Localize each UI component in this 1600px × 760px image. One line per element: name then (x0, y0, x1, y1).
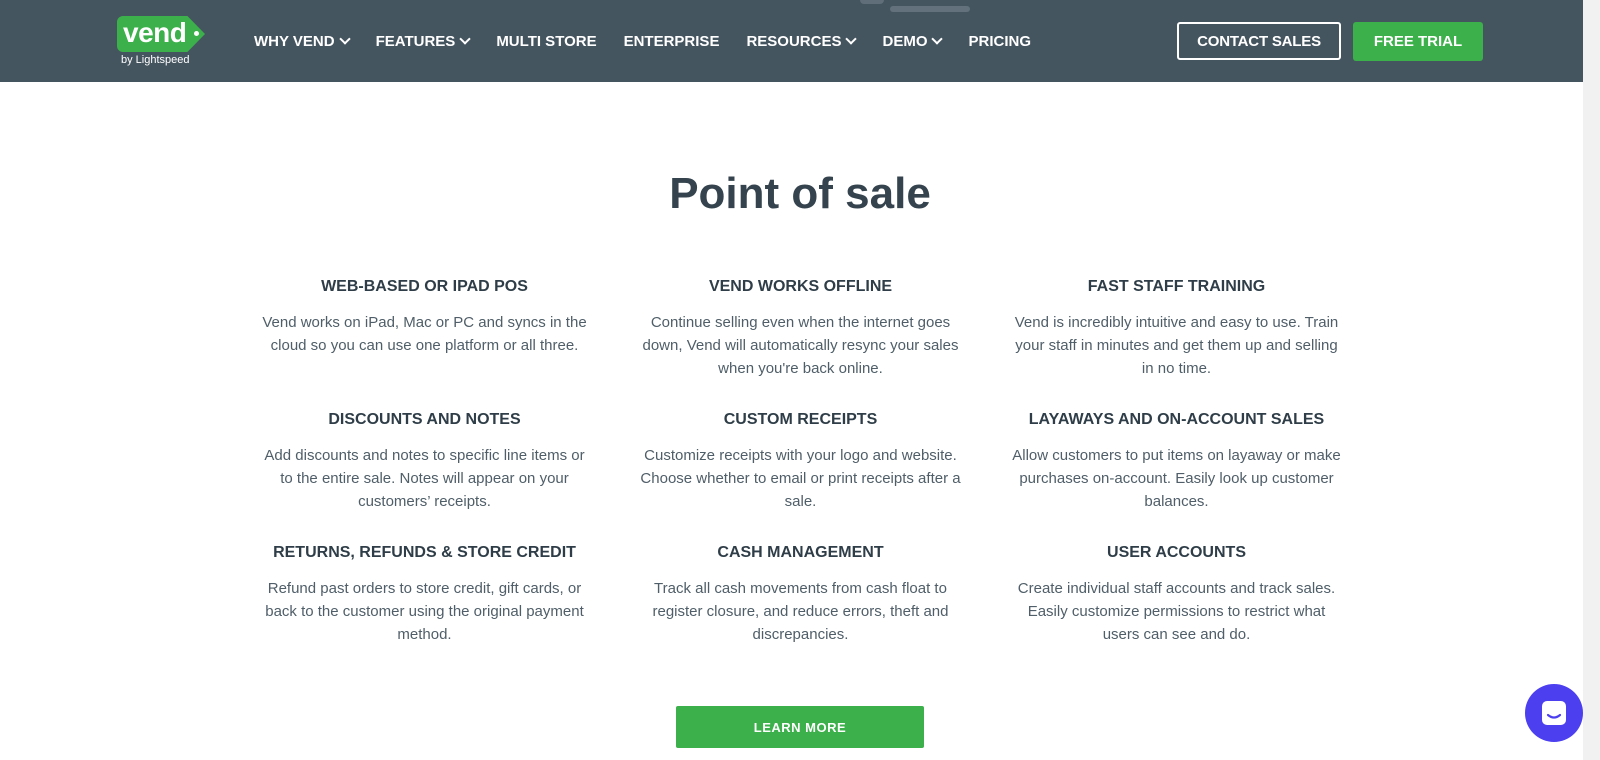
vend-logo[interactable]: vend by Lightspeed (117, 16, 207, 70)
nav-item-label: RESOURCES (746, 32, 842, 50)
feature-title: USER ACCOUNTS (1107, 544, 1246, 561)
feature-description: Vend works on iPad, Mac or PC and syncs … (262, 314, 587, 354)
nav-item-resources[interactable]: RESOURCES (746, 32, 858, 50)
feature-item: CASH MANAGEMENT Track all cash movements… (633, 542, 968, 675)
feature-item: RETURNS, REFUNDS & STORE CREDIT Refund p… (257, 542, 592, 675)
feature-title: LAYAWAYS AND ON-ACCOUNT SALES (1028, 411, 1325, 428)
learn-more-button[interactable]: LEARN MORE (676, 706, 924, 748)
feature-title: RETURNS, REFUNDS & STORE CREDIT (273, 544, 576, 561)
nav-item-why-vend[interactable]: WHY VEND (254, 32, 351, 50)
feature-item: LAYAWAYS AND ON-ACCOUNT SALES Allow cust… (1009, 409, 1344, 542)
page-title: Point of sale (669, 169, 931, 218)
feature-title: VEND WORKS OFFLINE (708, 278, 893, 295)
nav-item-label: MULTI STORE (496, 32, 597, 50)
logo-wordmark: vend (123, 17, 187, 48)
nav-item-demo[interactable]: DEMO (882, 32, 944, 50)
feature-item: USER ACCOUNTS Create individual staff ac… (1009, 542, 1344, 675)
feature-item: CUSTOM RECEIPTS Customize receipts with … (633, 409, 968, 542)
feature-title: DISCOUNTS AND NOTES (328, 411, 521, 428)
page-scrollbar[interactable] (1583, 0, 1600, 760)
free-trial-button[interactable]: FREE TRIAL (1353, 22, 1483, 61)
feature-title: CUSTOM RECEIPTS (723, 411, 878, 428)
feature-item: FAST STAFF TRAINING Vend is incredibly i… (1009, 276, 1344, 409)
feature-item: WEB-BASED OR IPAD POS Vend works on iPad… (257, 276, 592, 409)
feature-description: Customize receipts with your logo and we… (640, 447, 961, 510)
nav-item-label: ENTERPRISE (623, 32, 720, 50)
feature-item: VEND WORKS OFFLINE Continue selling even… (633, 276, 968, 409)
logo-subtitle: by Lightspeed (121, 54, 190, 66)
feature-grid: WEB-BASED OR IPAD POS Vend works on iPad… (257, 276, 1344, 675)
main-nav: WHY VEND FEATURES MULTI STORE ENTERPRISE… (254, 0, 1058, 82)
logo-dot (194, 31, 199, 36)
contact-sales-button[interactable]: CONTACT SALES (1177, 22, 1341, 60)
feature-description: Add discounts and notes to specific line… (264, 447, 585, 510)
nav-item-label: DEMO (882, 32, 928, 50)
feature-title: WEB-BASED OR IPAD POS (321, 278, 528, 295)
nav-item-label: FEATURES (375, 32, 456, 50)
feature-description: Continue selling even when the internet … (642, 314, 959, 377)
feature-title: CASH MANAGEMENT (717, 544, 884, 561)
nav-item-multi-store[interactable]: MULTI STORE (496, 33, 596, 50)
nav-item-features[interactable]: FEATURES (375, 32, 471, 50)
nav-item-enterprise[interactable]: ENTERPRISE (624, 33, 720, 50)
chevron-down-icon (845, 33, 858, 45)
top-navigation-bar: vend by Lightspeed WHY VEND FEATURES MUL… (0, 0, 1600, 82)
feature-description: Create individual staff accounts and tra… (1017, 580, 1336, 643)
feature-item: DISCOUNTS AND NOTES Add discounts and no… (257, 409, 592, 542)
feature-description: Allow customers to put items on layaway … (1012, 447, 1341, 510)
feature-description: Track all cash movements from cash float… (652, 580, 949, 643)
feature-description: Refund past orders to store credit, gift… (265, 580, 584, 643)
chat-bubble-icon (1542, 701, 1566, 725)
feature-description: Vend is incredibly intuitive and easy to… (1014, 314, 1339, 377)
nav-item-pricing[interactable]: PRICING (968, 33, 1031, 50)
chevron-down-icon (931, 33, 944, 45)
chevron-down-icon (459, 33, 471, 45)
nav-item-label: WHY VEND (254, 32, 335, 50)
chevron-down-icon (338, 33, 351, 45)
feature-title: FAST STAFF TRAINING (1087, 278, 1266, 295)
nav-item-label: PRICING (968, 32, 1031, 50)
chat-launcher-button[interactable] (1525, 684, 1583, 742)
